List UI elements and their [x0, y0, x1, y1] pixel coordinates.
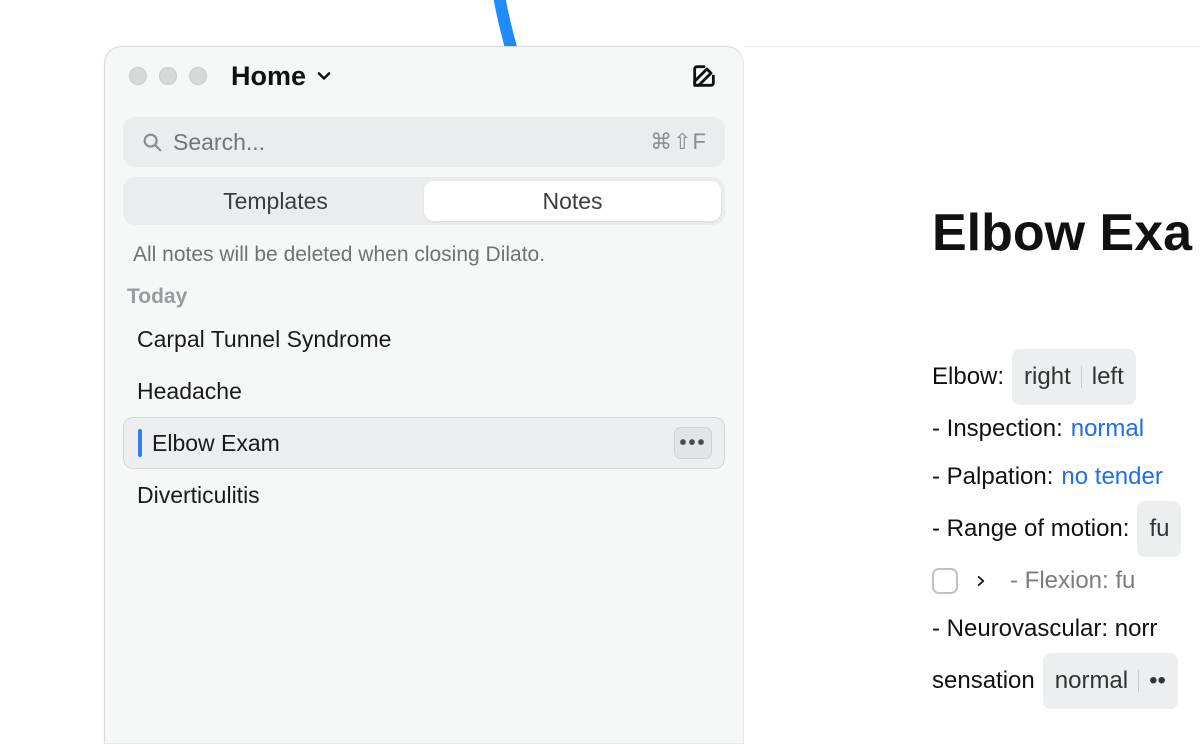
neuro-label: - Neurovascular: norr: [932, 605, 1157, 653]
close-dot[interactable]: [129, 67, 147, 85]
elbow-label: Elbow:: [932, 353, 1004, 401]
more-button[interactable]: •••: [674, 427, 712, 459]
palpation-label: - Palpation:: [932, 453, 1053, 501]
sensation-label: sensation: [932, 657, 1035, 705]
selection-bar: [138, 429, 142, 457]
pill-separator: [1081, 366, 1082, 388]
inspection-label: - Inspection:: [932, 405, 1063, 453]
tab-notes[interactable]: Notes: [424, 181, 721, 221]
zoom-dot[interactable]: [189, 67, 207, 85]
field-rom: - Range of motion: fu: [932, 501, 1200, 557]
compose-button[interactable]: [689, 61, 719, 91]
chevron-down-icon: [314, 66, 334, 86]
sensation-more[interactable]: ••: [1149, 657, 1166, 705]
search-field[interactable]: ⌘⇧F: [123, 117, 725, 167]
field-flexion: - Flexion: fu: [932, 557, 1200, 605]
note-title: Diverticulitis: [137, 482, 713, 509]
sidebar-window: Home ⌘⇧F Templates Notes All notes wi: [104, 46, 744, 744]
note-item[interactable]: Diverticulitis: [123, 469, 725, 521]
note-item[interactable]: Headache: [123, 365, 725, 417]
pill-separator: [1138, 670, 1139, 692]
field-sensation: sensation normal ••: [932, 653, 1200, 709]
doc-title: Elbow Exa: [932, 203, 1200, 263]
sensation-value[interactable]: normal: [1055, 657, 1128, 705]
rom-value[interactable]: fu: [1137, 501, 1181, 557]
note-title: Headache: [137, 378, 713, 405]
chevron-right-icon: [974, 574, 988, 588]
field-inspection: - Inspection: normal: [932, 405, 1200, 453]
side-toggle[interactable]: right left: [1012, 349, 1136, 405]
content-pane: Elbow Exa Elbow: right left - Inspection…: [744, 46, 1200, 744]
home-dropdown[interactable]: Home: [231, 61, 334, 92]
note-item-selected[interactable]: Elbow Exam •••: [123, 417, 725, 469]
tabs-toggle: Templates Notes: [123, 177, 725, 225]
note-title: Carpal Tunnel Syndrome: [137, 326, 713, 353]
search-shortcut: ⌘⇧F: [650, 129, 707, 155]
inspection-value[interactable]: normal: [1071, 405, 1144, 453]
field-palpation: - Palpation: no tender: [932, 453, 1200, 501]
side-right[interactable]: right: [1024, 353, 1071, 401]
flexion-label: - Flexion: fu: [1010, 557, 1135, 605]
tab-templates[interactable]: Templates: [127, 181, 424, 221]
palpation-value[interactable]: no tender: [1061, 453, 1162, 501]
rom-label: - Range of motion:: [932, 505, 1129, 553]
warning-text: All notes will be deleted when closing D…: [133, 243, 719, 267]
search-icon: [141, 131, 163, 153]
flexion-checkbox[interactable]: [932, 568, 958, 594]
note-list: Carpal Tunnel Syndrome Headache Elbow Ex…: [123, 313, 725, 521]
search-input[interactable]: [173, 129, 650, 156]
sensation-toggle[interactable]: normal ••: [1043, 653, 1178, 709]
minimize-dot[interactable]: [159, 67, 177, 85]
titlebar: Home: [105, 47, 743, 105]
section-today: Today: [127, 285, 719, 309]
field-elbow-side: Elbow: right left: [932, 349, 1200, 405]
field-neuro: - Neurovascular: norr: [932, 605, 1200, 653]
side-left[interactable]: left: [1092, 353, 1124, 401]
doc-body: Elbow: right left - Inspection: normal -…: [932, 349, 1200, 709]
note-item[interactable]: Carpal Tunnel Syndrome: [123, 313, 725, 365]
note-title: Elbow Exam: [152, 430, 674, 457]
home-label: Home: [231, 61, 306, 92]
traffic-lights: [129, 67, 207, 85]
compose-icon: [690, 62, 718, 90]
